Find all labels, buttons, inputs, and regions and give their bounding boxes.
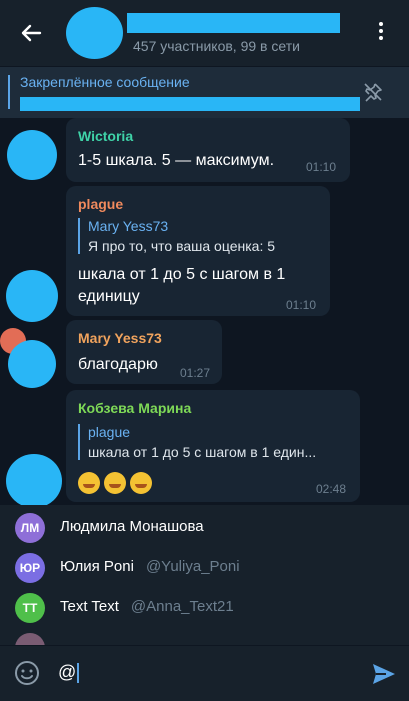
mention-item[interactable]: ЛМ Людмила Монашова (0, 508, 409, 548)
sender-avatar[interactable] (6, 454, 62, 505)
message-input-bar: @ (0, 645, 409, 701)
mention-username: @Anna_Text21 (130, 598, 234, 615)
message-sender[interactable]: Wictoria (78, 128, 133, 144)
message-time: 01:27 (180, 366, 211, 380)
pinned-message-bar[interactable]: Закреплённое сообщение (0, 66, 409, 119)
reply-quote[interactable]: plague шкала от 1 до 5 с шагом в 1 един.… (78, 424, 316, 460)
mention-avatar: ЮР (15, 553, 45, 583)
smiley-icon[interactable] (14, 660, 40, 686)
message-text: 1-5 шкала. 5 — максимум. (78, 152, 275, 169)
message-sender[interactable]: plague (78, 196, 123, 212)
message-bubble[interactable]: plague Mary Yess73 Я про то, что ваша оц… (66, 186, 330, 316)
rofl-emoji-icon (104, 472, 126, 494)
mention-avatar: TT (15, 593, 45, 623)
message-input[interactable]: @ (58, 662, 80, 684)
pinned-accent (8, 75, 10, 109)
message-sender[interactable]: Mary Yess73 (78, 330, 162, 346)
message-time: 01:10 (286, 298, 317, 312)
unpin-icon[interactable] (362, 81, 384, 103)
message-bubble[interactable]: Кобзева Марина plague шкала от 1 до 5 с … (66, 390, 360, 502)
message-bubble[interactable]: Mary Yess73 благодарю 01:27 (66, 320, 222, 384)
mention-display-name: Юлия Poni (60, 558, 134, 575)
mention-name: Юлия Poni @Yuliya_Poni (60, 558, 240, 575)
reply-text: Я про то, что ваша оценка: 5 (88, 238, 276, 254)
sender-avatar[interactable] (8, 340, 56, 388)
pinned-label: Закреплённое сообщение (20, 74, 190, 90)
mention-avatar (15, 633, 45, 645)
reply-sender: Mary Yess73 (88, 218, 169, 234)
mention-display-name: Text Text (60, 598, 119, 615)
message-text-line2: единицу (78, 288, 140, 305)
mention-item[interactable]: ЮР Юлия Poni @Yuliya_Poni (0, 548, 409, 588)
sender-avatar[interactable] (7, 130, 57, 180)
mention-item[interactable]: TT Text Text @Anna_Text21 (0, 588, 409, 628)
pinned-text-redacted (20, 97, 360, 111)
message-sender[interactable]: Кобзева Марина (78, 400, 191, 416)
mention-name: Text Text @Anna_Text21 (60, 598, 234, 615)
mention-avatar: ЛМ (15, 513, 45, 543)
reply-text: шкала от 1 до 5 с шагом в 1 един... (88, 444, 317, 460)
sender-avatar[interactable] (6, 270, 58, 322)
reply-sender: plague (88, 424, 131, 440)
reply-quote[interactable]: Mary Yess73 Я про то, что ваша оценка: 5 (78, 218, 275, 254)
message-text: благодарю (78, 356, 158, 373)
mention-name: Людмила Монашова (60, 518, 204, 535)
rofl-emoji-icon (78, 472, 100, 494)
member-count: 457 участников, 99 в сети (133, 38, 300, 54)
more-vertical-icon[interactable] (372, 22, 390, 46)
send-icon[interactable] (370, 660, 398, 688)
chat-header: 457 участников, 99 в сети (0, 0, 409, 66)
mention-suggestions: ЛМ Людмила Монашова ЮР Юлия Poni @Yuliya_… (0, 505, 409, 645)
message-time: 02:48 (316, 482, 347, 496)
message-list[interactable]: Wictoria 1-5 шкала. 5 — максимум. 01:10 … (0, 118, 409, 505)
message-time: 01:10 (306, 160, 337, 174)
group-avatar[interactable] (66, 7, 123, 59)
group-title-redacted[interactable] (127, 13, 340, 33)
text-caret (77, 663, 80, 684)
message-bubble[interactable]: Wictoria 1-5 шкала. 5 — максимум. 01:10 (66, 118, 350, 182)
rofl-emoji-icon (130, 472, 152, 494)
mention-item-partial[interactable] (0, 628, 409, 645)
mention-username: @Yuliya_Poni (145, 558, 240, 575)
mention-display-name: Людмила Монашова (60, 518, 204, 535)
arrow-left-icon[interactable] (16, 18, 46, 48)
message-input-value: @ (58, 662, 77, 682)
message-text: шкала от 1 до 5 с шагом в 1 (78, 266, 286, 283)
